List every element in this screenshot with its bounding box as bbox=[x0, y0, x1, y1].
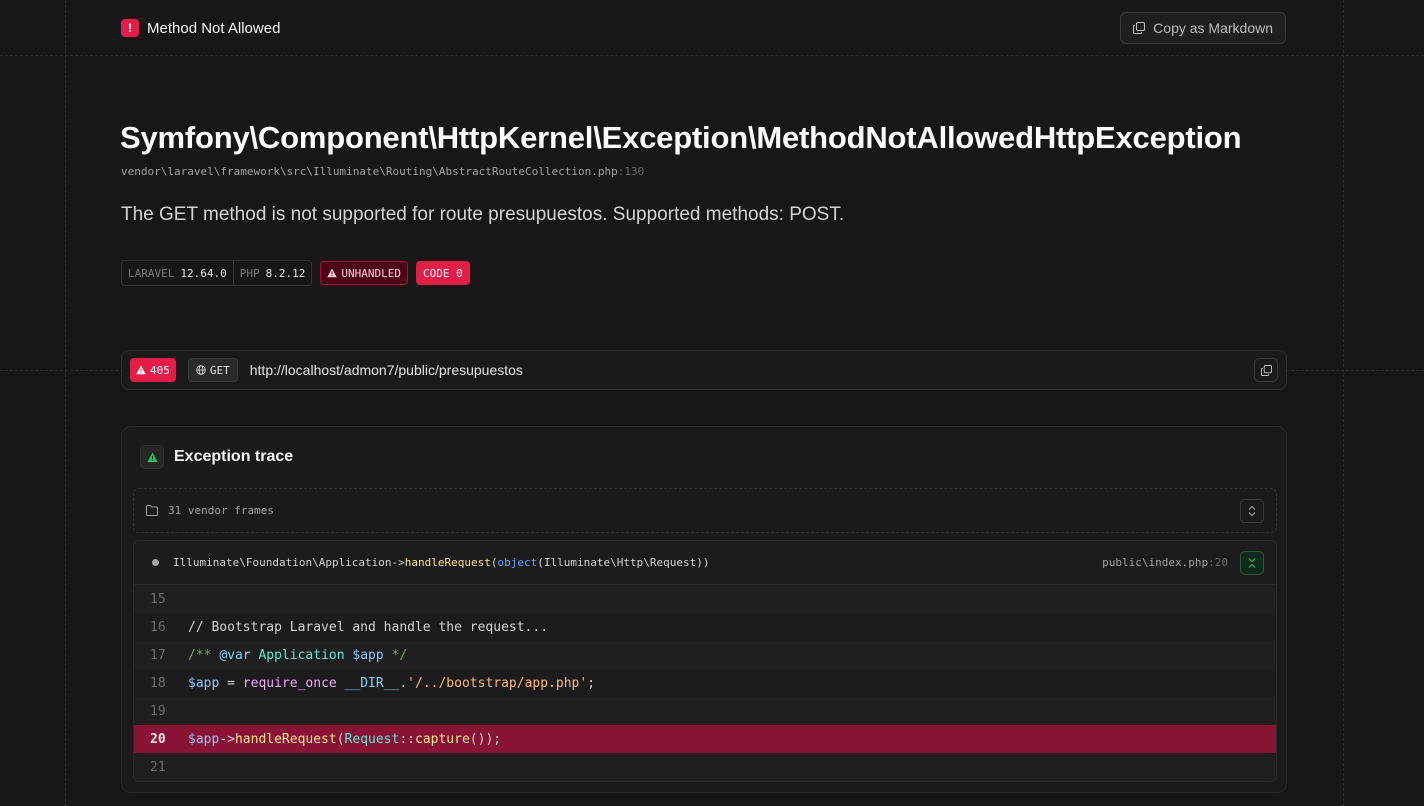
stack-frame: Illuminate\Foundation\Application->handl… bbox=[133, 540, 1277, 782]
exclamation-icon: ! bbox=[121, 19, 139, 37]
unhandled-label: UNHANDLED bbox=[341, 266, 401, 280]
grid-line bbox=[65, 0, 66, 806]
laravel-label: LARAVEL bbox=[128, 266, 175, 280]
exception-class: Symfony\Component\HttpKernel\Exception\M… bbox=[120, 120, 1242, 155]
line-number: 15 bbox=[150, 591, 166, 607]
stack-frame-header[interactable]: Illuminate\Foundation\Application->handl… bbox=[134, 541, 1276, 585]
code-line: 19 bbox=[134, 697, 1276, 725]
request-bar: 405 GET http://localhost/admon7/public/p… bbox=[121, 350, 1287, 390]
unhandled-badge: UNHANDLED bbox=[320, 261, 408, 285]
line-source: // Bootstrap Laravel and handle the requ… bbox=[188, 619, 549, 635]
grid-line bbox=[0, 55, 1424, 56]
copy-url-button[interactable] bbox=[1254, 358, 1278, 382]
frame-location: public\index.php:20 bbox=[1102, 550, 1264, 575]
alert-triangle-icon bbox=[140, 445, 164, 469]
chevron-up-down-icon bbox=[1248, 505, 1256, 516]
exception-file: vendor\laravel\framework\src\Illuminate\… bbox=[121, 165, 644, 178]
exception-trace-panel: Exception trace 31 vendor frames Illumin… bbox=[121, 426, 1287, 793]
badge-row: LARAVEL 12.64.0 PHP 8.2.12 UNHANDLED COD… bbox=[121, 260, 470, 286]
code-snippet: 15 16 // Bootstrap Laravel and handle th… bbox=[134, 585, 1276, 781]
frame-open: ( bbox=[490, 556, 498, 569]
copy-icon bbox=[1260, 364, 1272, 376]
laravel-version: 12.64.0 bbox=[180, 266, 227, 280]
line-number: 17 bbox=[150, 647, 166, 663]
code-badge: CODE 0 bbox=[415, 261, 470, 285]
warning-icon bbox=[327, 268, 338, 278]
chevron-collapse-icon bbox=[1248, 557, 1256, 568]
frame-arg: (Illuminate\Http\Request)) bbox=[537, 556, 710, 569]
warning-icon bbox=[136, 365, 146, 375]
copy-markdown-label: Copy as Markdown bbox=[1153, 20, 1273, 36]
exception-message: The GET method is not supported for rout… bbox=[121, 204, 845, 225]
php-version: 8.2.12 bbox=[265, 266, 306, 280]
error-heading: ! Method Not Allowed bbox=[121, 19, 280, 37]
exception-file-line: :130 bbox=[617, 165, 645, 178]
line-number: 20 bbox=[150, 731, 166, 747]
grid-line bbox=[1343, 0, 1344, 806]
line-number: 19 bbox=[150, 703, 166, 719]
folder-icon bbox=[146, 505, 158, 516]
code-line: 15 bbox=[134, 585, 1276, 613]
frame-dot-icon bbox=[152, 559, 159, 566]
frame-call: Illuminate\Foundation\Application->handl… bbox=[173, 556, 709, 569]
top-bar: ! Method Not Allowed Copy as Markdown bbox=[121, 12, 1286, 44]
code-line: 17 /** @var Application $app */ bbox=[134, 641, 1276, 669]
trace-title: Exception trace bbox=[174, 448, 294, 465]
copy-markdown-button[interactable]: Copy as Markdown bbox=[1120, 12, 1286, 44]
line-number: 21 bbox=[150, 759, 166, 775]
expand-vendor-frames-button[interactable] bbox=[1240, 498, 1264, 523]
frame-method: handleRequest bbox=[404, 556, 491, 569]
php-label: PHP bbox=[239, 266, 260, 280]
exception-file-path: vendor\laravel\framework\src\Illuminate\… bbox=[121, 165, 618, 178]
code-line: 16 // Bootstrap Laravel and handle the r… bbox=[134, 613, 1276, 641]
frame-class: Illuminate\Foundation\Application-> bbox=[173, 556, 405, 569]
code-line: 21 bbox=[134, 753, 1276, 781]
vendor-frames-row[interactable]: 31 vendor frames bbox=[133, 488, 1277, 533]
line-source: $app = require_once __DIR__.'/../bootstr… bbox=[188, 675, 596, 691]
line-number: 18 bbox=[150, 675, 166, 691]
globe-icon bbox=[196, 365, 206, 375]
frame-line: :20 bbox=[1208, 556, 1228, 569]
line-source: /** @var Application $app */ bbox=[188, 647, 408, 663]
copy-icon bbox=[1133, 22, 1146, 34]
line-source: $app->handleRequest(Request::capture()); bbox=[188, 731, 502, 747]
highlighted-code-line: 20 $app->handleRequest(Request::capture(… bbox=[134, 725, 1276, 753]
code-line: 18 $app = require_once __DIR__.'/../boot… bbox=[134, 669, 1276, 697]
http-method: GET bbox=[209, 363, 230, 377]
version-badge: LARAVEL 12.64.0 PHP 8.2.12 bbox=[121, 260, 313, 286]
method-badge: GET bbox=[187, 358, 238, 382]
status-code: 405 bbox=[150, 363, 170, 377]
vendor-frames-label: 31 vendor frames bbox=[168, 504, 274, 517]
collapse-frame-button[interactable] bbox=[1240, 550, 1264, 575]
line-number: 16 bbox=[150, 619, 166, 635]
request-url: http://localhost/admon7/public/presupues… bbox=[249, 362, 523, 378]
frame-arg-keyword: object bbox=[497, 556, 538, 569]
status-badge: 405 bbox=[130, 358, 176, 382]
frame-file: public\index.php bbox=[1102, 556, 1209, 569]
error-heading-text: Method Not Allowed bbox=[147, 19, 281, 37]
trace-header: Exception trace bbox=[140, 445, 293, 469]
